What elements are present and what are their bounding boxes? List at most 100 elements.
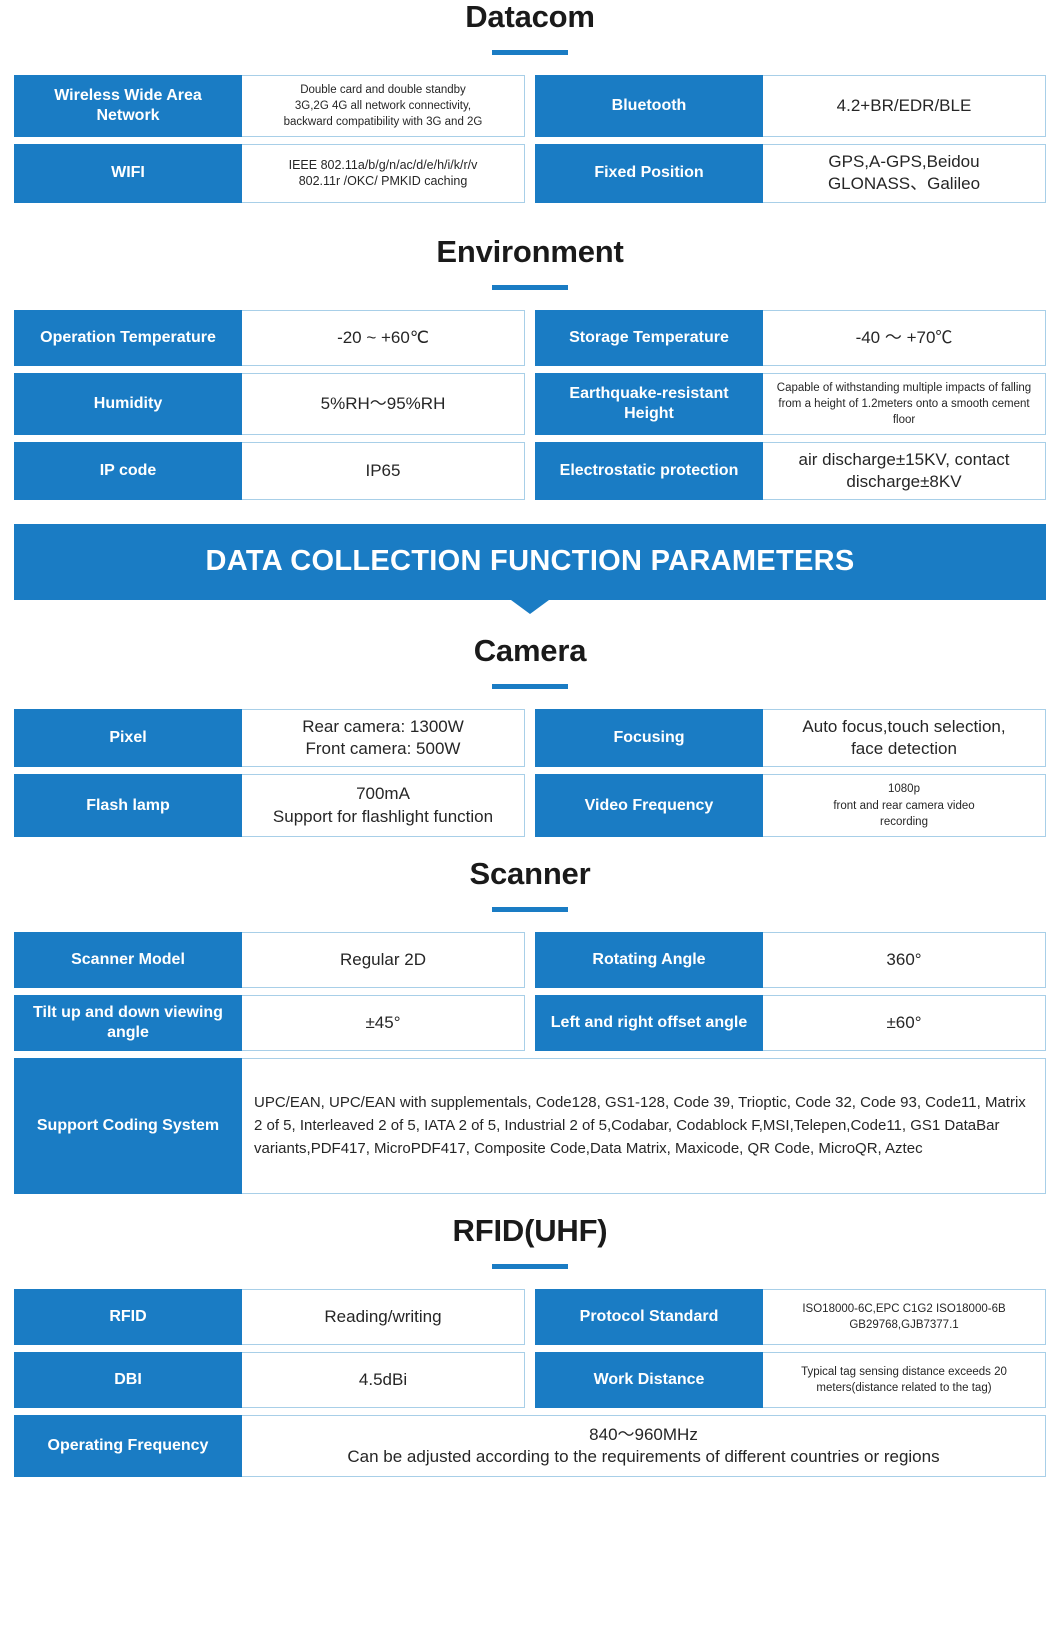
row-value: 360°: [763, 931, 1046, 988]
section-header-rfid: RFID(UHF): [14, 1212, 1046, 1269]
spec-sheet-page: Datacom Wireless Wide Area Network Doubl…: [0, 0, 1060, 1491]
row-key: Rotating Angle: [535, 931, 763, 988]
spec-table-rfid: RFID Reading/writing Protocol Standard I…: [14, 1288, 1046, 1477]
row-value: Regular 2D: [242, 931, 525, 988]
row-value: Auto focus,touch selection, face detecti…: [763, 709, 1046, 768]
row-value: 4.5dBi: [242, 1351, 525, 1408]
table-row: Video Frequency 1080p front and rear cam…: [535, 774, 1046, 837]
table-row: RFID Reading/writing: [14, 1288, 525, 1345]
row-key: Operation Temperature: [14, 309, 242, 366]
banner-arrow-icon: [511, 600, 549, 615]
table-row: WIFI IEEE 802.11a/b/g/n/ac/d/e/h/i/k/r/v…: [14, 144, 525, 203]
row-value: -20 ~ +60℃: [242, 309, 525, 366]
row-key: Electrostatic protection: [535, 441, 763, 501]
row-key: Tilt up and down viewing angle: [14, 994, 242, 1051]
row-value: 840～960MHz Can be adjusted according to …: [242, 1414, 1046, 1477]
spec-table-environment: Operation Temperature -20 ~ +60℃ Storage…: [14, 309, 1046, 501]
section-title-camera: Camera: [473, 633, 587, 669]
row-key: Video Frequency: [535, 774, 763, 837]
table-row: Humidity 5%RH～95%RH: [14, 372, 525, 435]
table-row: Work Distance Typical tag sensing distan…: [535, 1351, 1046, 1408]
table-row: Storage Temperature -40 ～ +70℃: [535, 309, 1046, 366]
table-row: Operating Frequency 840～960MHz Can be ad…: [14, 1414, 1046, 1477]
row-key: Pixel: [14, 709, 242, 768]
row-key: Flash lamp: [14, 774, 242, 837]
row-key: Fixed Position: [535, 144, 763, 203]
table-row: Protocol Standard ISO18000-6C,EPC C1G2 I…: [535, 1288, 1046, 1345]
row-key: Work Distance: [535, 1351, 763, 1408]
table-row: Left and right offset angle ±60°: [535, 994, 1046, 1051]
row-key: Wireless Wide Area Network: [14, 75, 242, 138]
row-key: Support Coding System: [14, 1057, 242, 1194]
row-value: IP65: [242, 441, 525, 501]
row-value: ISO18000-6C,EPC C1G2 ISO18000-6B GB29768…: [763, 1288, 1046, 1345]
spec-table-scanner: Scanner Model Regular 2D Rotating Angle …: [14, 931, 1046, 1194]
row-value: Reading/writing: [242, 1288, 525, 1345]
row-key: Protocol Standard: [535, 1288, 763, 1345]
data-collection-banner: DATA COLLECTION FUNCTION PARAMETERS: [14, 524, 1046, 615]
section-header-scanner: Scanner: [14, 855, 1046, 912]
table-row: Support Coding System UPC/EAN, UPC/EAN w…: [14, 1057, 1046, 1194]
table-row: IP code IP65: [14, 441, 525, 501]
section-title-datacom: Datacom: [465, 0, 595, 34]
row-value: 5%RH～95%RH: [242, 372, 525, 435]
row-value: Rear camera: 1300W Front camera: 500W: [242, 709, 525, 768]
row-value: 700mA Support for flashlight function: [242, 774, 525, 837]
section-header-camera: Camera: [14, 633, 1046, 690]
row-value: 4.2+BR/EDR/BLE: [763, 75, 1046, 138]
row-key: WIFI: [14, 144, 242, 203]
row-key: Humidity: [14, 372, 242, 435]
table-row: DBI 4.5dBi: [14, 1351, 525, 1408]
table-row: Pixel Rear camera: 1300W Front camera: 5…: [14, 709, 525, 768]
row-key: Operating Frequency: [14, 1414, 242, 1477]
row-key: DBI: [14, 1351, 242, 1408]
row-value: GPS,A-GPS,Beidou GLONASS、Galileo: [763, 144, 1046, 203]
table-row: Operation Temperature -20 ~ +60℃: [14, 309, 525, 366]
banner-label: DATA COLLECTION FUNCTION PARAMETERS: [14, 524, 1046, 601]
section-header-datacom: Datacom: [14, 0, 1046, 56]
table-row: Flash lamp 700mA Support for flashlight …: [14, 774, 525, 837]
table-row: Electrostatic protection air discharge±1…: [535, 441, 1046, 501]
table-row: Rotating Angle 360°: [535, 931, 1046, 988]
row-key: Focusing: [535, 709, 763, 768]
table-row: Tilt up and down viewing angle ±45°: [14, 994, 525, 1051]
row-key: Earthquake-resistant Height: [535, 372, 763, 435]
row-key: Bluetooth: [535, 75, 763, 138]
table-row: Bluetooth 4.2+BR/EDR/BLE: [535, 75, 1046, 138]
row-key: Left and right offset angle: [535, 994, 763, 1051]
row-value: Capable of withstanding multiple impacts…: [763, 372, 1046, 435]
row-value: IEEE 802.11a/b/g/n/ac/d/e/h/i/k/r/v 802.…: [242, 144, 525, 203]
row-key: Storage Temperature: [535, 309, 763, 366]
section-title-environment: Environment: [436, 233, 624, 269]
table-row: Wireless Wide Area Network Double card a…: [14, 75, 525, 138]
row-value: ±45°: [242, 994, 525, 1051]
section-title-rfid: RFID(UHF): [452, 1212, 608, 1248]
row-key: Scanner Model: [14, 931, 242, 988]
table-row: Earthquake-resistant Height Capable of w…: [535, 372, 1046, 435]
row-value: UPC/EAN, UPC/EAN with supplementals, Cod…: [242, 1057, 1046, 1194]
table-row: Focusing Auto focus,touch selection, fac…: [535, 709, 1046, 768]
section-title-scanner: Scanner: [469, 855, 591, 891]
table-row: Scanner Model Regular 2D: [14, 931, 525, 988]
row-value: Typical tag sensing distance exceeds 20 …: [763, 1351, 1046, 1408]
row-key: RFID: [14, 1288, 242, 1345]
spec-table-camera: Pixel Rear camera: 1300W Front camera: 5…: [14, 709, 1046, 837]
table-row: Fixed Position GPS,A-GPS,Beidou GLONASS、…: [535, 144, 1046, 203]
row-value: -40 ～ +70℃: [763, 309, 1046, 366]
row-value: 1080p front and rear camera video record…: [763, 774, 1046, 837]
row-value: air discharge±15KV, contact discharge±8K…: [763, 441, 1046, 501]
section-header-environment: Environment: [14, 233, 1046, 290]
row-key: IP code: [14, 441, 242, 501]
spec-table-datacom: Wireless Wide Area Network Double card a…: [14, 75, 1046, 203]
row-value: ±60°: [763, 994, 1046, 1051]
row-value: Double card and double standby 3G,2G 4G …: [242, 75, 525, 138]
